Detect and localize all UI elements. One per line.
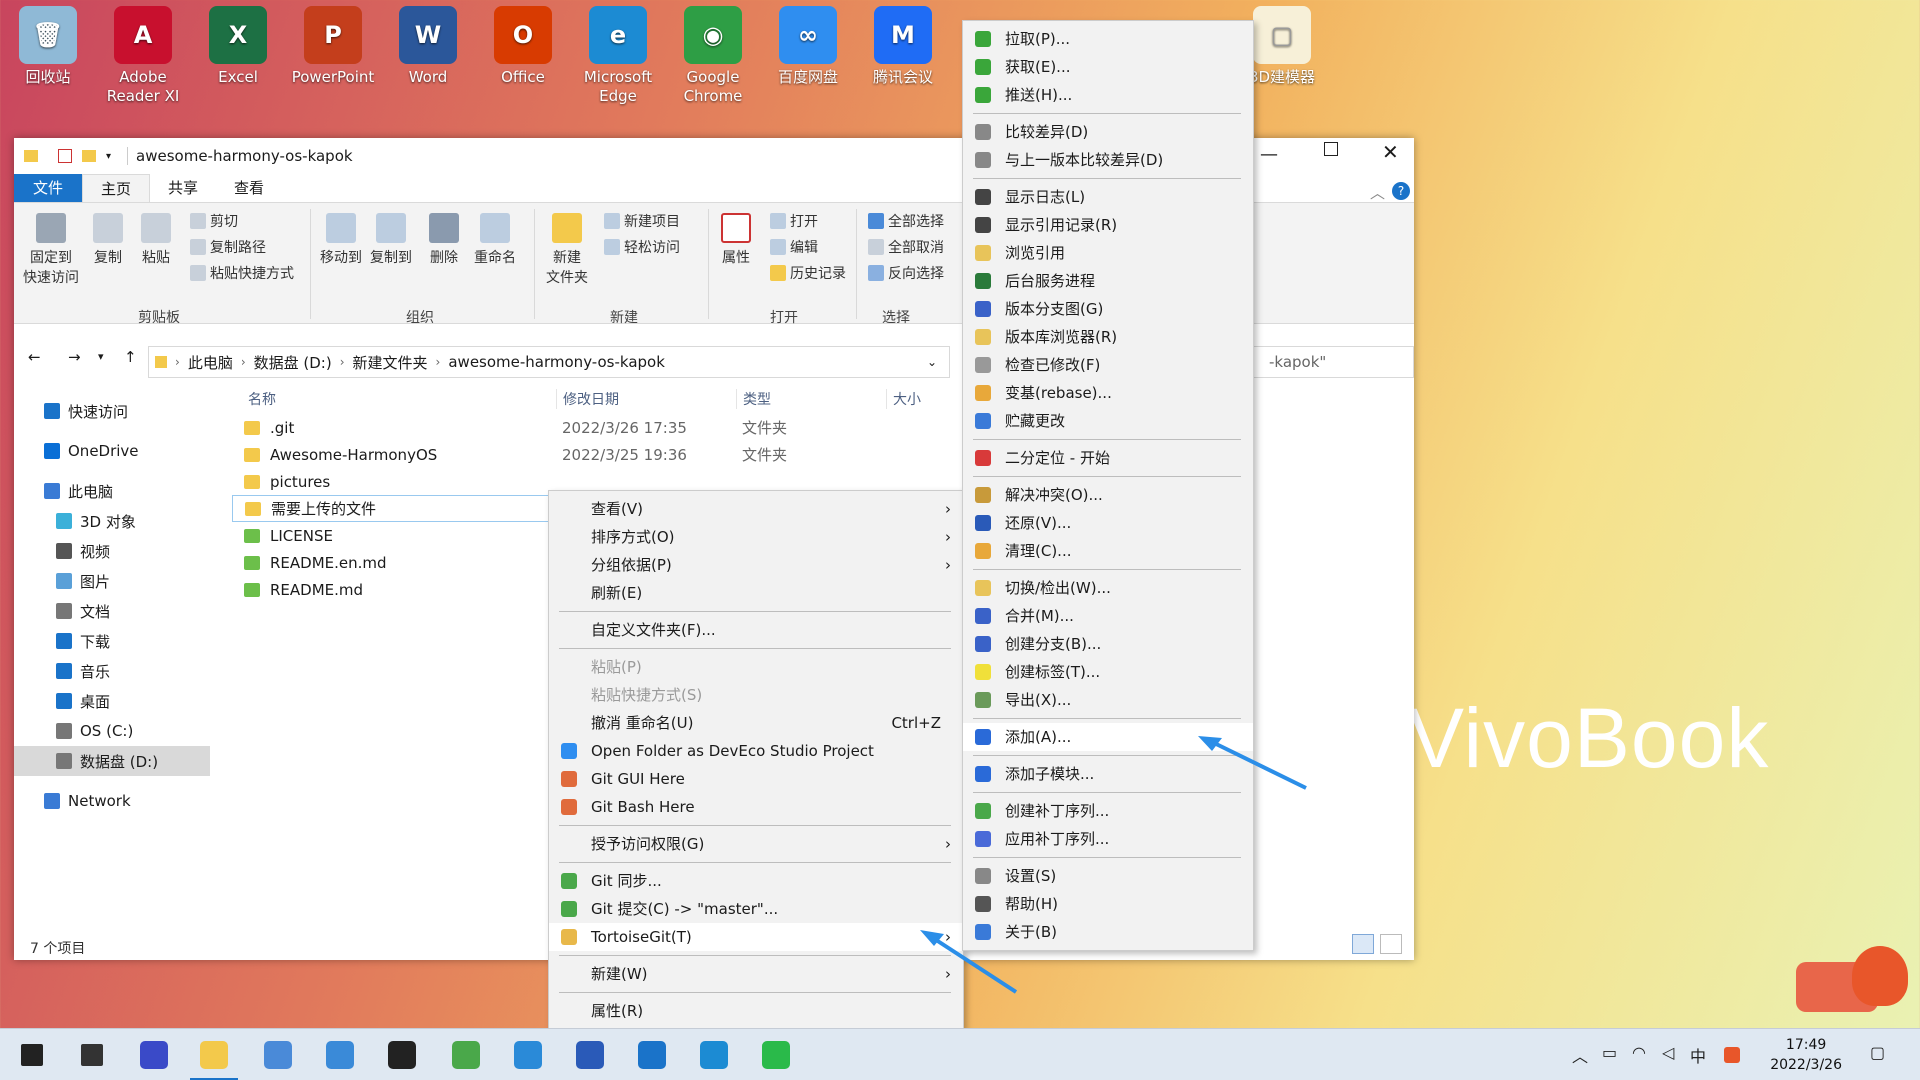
clock-time: 17:49 [1785, 1037, 1827, 1053]
ime-indicator[interactable]: 中 [1690, 1043, 1706, 1067]
taskbar-k-app-button[interactable] [622, 1029, 682, 1080]
search-icon [81, 1044, 103, 1066]
taskbar-app-a-button[interactable] [498, 1029, 558, 1080]
taskbar-file-explorer-button[interactable] [184, 1029, 244, 1080]
this-pc-icon [264, 1041, 292, 1069]
clock-date: 2022/3/26 [1770, 1057, 1842, 1073]
notification-icon[interactable]: ▢ [1870, 1043, 1885, 1062]
taskbar-start-button[interactable] [2, 1029, 62, 1080]
taskbar-terminal-button[interactable] [372, 1029, 432, 1080]
taskbar: ︿ ▭ ◠ ◁ 中 17:49 2022/3/26 ▢ [0, 1028, 1920, 1080]
terminal-icon [388, 1041, 416, 1069]
taskbar-search-button[interactable] [62, 1029, 122, 1080]
fox-head [1852, 946, 1908, 1006]
annotation-arrow-add [1207, 738, 1307, 790]
start-icon [21, 1044, 43, 1066]
file-explorer-icon [200, 1041, 228, 1069]
clock[interactable]: 17:49 2022/3/26 [1770, 1035, 1842, 1075]
show-hidden-icons[interactable]: ︿ [1572, 1043, 1588, 1067]
annotation-arrow-tortoisegit [928, 934, 1018, 994]
app-a-icon [514, 1041, 542, 1069]
taskbar-wps-button[interactable] [560, 1029, 620, 1080]
deveco-icon [140, 1041, 168, 1069]
fox-sticker-image [1796, 946, 1918, 1026]
taskbar-deveco-button[interactable] [124, 1029, 184, 1080]
taskbar-cube-app-button[interactable] [436, 1029, 496, 1080]
k-app-icon [638, 1041, 666, 1069]
wifi-icon[interactable]: ◠ [1632, 1043, 1646, 1062]
wps-icon [576, 1041, 604, 1069]
taskbar-this-pc-button[interactable] [248, 1029, 308, 1080]
taskbar-wechat-button[interactable] [746, 1029, 806, 1080]
cube-app-icon [452, 1041, 480, 1069]
wechat-icon [762, 1041, 790, 1069]
annotation-arrows [920, 736, 1307, 994]
battery-icon[interactable]: ▭ [1602, 1043, 1617, 1062]
control-icon [326, 1041, 354, 1069]
taskbar-edge-button[interactable] [684, 1029, 744, 1080]
volume-icon[interactable]: ◁ [1662, 1043, 1674, 1062]
edge-icon [700, 1041, 728, 1069]
wps-tray-icon[interactable] [1724, 1047, 1740, 1063]
taskbar-control-button[interactable] [310, 1029, 370, 1080]
